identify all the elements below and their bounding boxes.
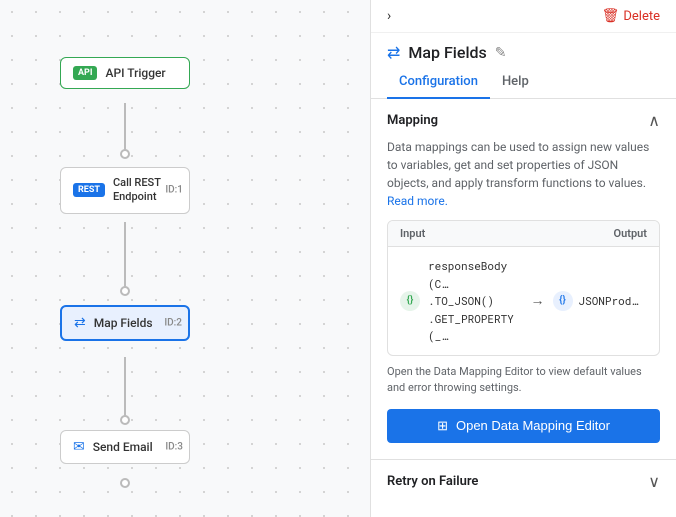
delete-icon: 🗑: [602, 8, 620, 24]
mapping-description: Data mappings can be used to assign new …: [387, 138, 660, 210]
mapping-table-header: Input Output: [388, 221, 659, 247]
api-badge: API: [73, 66, 97, 80]
editor-btn-icon: ⊞: [437, 418, 448, 434]
edit-icon[interactable]: ✎: [495, 45, 507, 61]
retry-title: Retry on Failure: [387, 474, 478, 489]
rest-badge: REST: [73, 183, 105, 197]
send-email-label: Send Email: [93, 440, 153, 454]
breadcrumb-chevron[interactable]: ›: [387, 8, 391, 24]
output-type-badge: {}: [553, 291, 573, 311]
mapping-input-expr: responseBody (C… .TO_JSON() .GET_PROPERT…: [428, 257, 523, 345]
delete-label: Delete: [623, 9, 660, 24]
dot-2: [120, 286, 130, 296]
delete-button[interactable]: 🗑 Delete: [602, 8, 660, 24]
editor-btn-label: Open Data Mapping Editor: [456, 418, 610, 433]
tab-configuration[interactable]: Configuration: [387, 66, 490, 99]
mapping-section: Mapping ∧ Data mappings can be used to a…: [371, 99, 676, 459]
input-header: Input: [400, 227, 425, 240]
panel-title-row: ⇄ Map Fields ✎: [371, 33, 676, 66]
output-label: JSONProd…: [579, 293, 638, 308]
dot-1: [120, 149, 130, 159]
retry-chevron-down: ∨: [648, 472, 660, 491]
output-header: Output: [614, 227, 647, 240]
dot-3: [120, 415, 130, 425]
email-id: ID:3: [165, 442, 183, 453]
panel-title: Map Fields: [408, 43, 486, 62]
node-rest-endpoint[interactable]: REST Call REST Endpoint ID:1: [60, 167, 190, 214]
tabs: Configuration Help: [371, 66, 676, 99]
api-trigger-label: API Trigger: [105, 66, 165, 80]
mapping-title: Mapping: [387, 113, 438, 128]
email-icon: ✉: [73, 439, 85, 455]
mapping-output: {} JSONProd…: [553, 291, 648, 311]
node-map-fields[interactable]: ⇄ Map Fields ID:2: [60, 305, 190, 341]
mapping-note: Open the Data Mapping Editor to view def…: [387, 364, 660, 397]
input-type-badge: {}: [400, 291, 420, 311]
rest-label: Call REST Endpoint: [113, 176, 161, 205]
node-api-trigger[interactable]: API API Trigger: [60, 57, 190, 89]
input-line1: responseBody (C…: [428, 257, 523, 292]
connector-1: [124, 103, 126, 153]
canvas-panel: API API Trigger REST Call REST Endpoint …: [0, 0, 370, 517]
tab-help[interactable]: Help: [490, 66, 541, 99]
mapping-table: Input Output {} responseBody (C… .TO_JSO…: [387, 220, 660, 356]
map-fields-title-icon: ⇄: [387, 43, 400, 62]
mapping-section-header[interactable]: Mapping ∧: [387, 111, 660, 130]
mapping-arrow: →: [531, 292, 545, 309]
connector-3: [124, 357, 126, 419]
open-data-mapping-editor-button[interactable]: ⊞ Open Data Mapping Editor: [387, 409, 660, 443]
dot-4: [120, 478, 130, 488]
connector-2: [124, 222, 126, 290]
mapping-row[interactable]: {} responseBody (C… .TO_JSON() .GET_PROP…: [388, 247, 659, 355]
input-line3: .GET_PROPERTY (_…: [428, 310, 523, 345]
retry-section: Retry on Failure ∨: [371, 459, 676, 503]
map-id: ID:2: [164, 318, 182, 329]
retry-section-header[interactable]: Retry on Failure ∨: [387, 472, 660, 491]
right-panel: › 🗑 Delete ⇄ Map Fields ✎ Configuration …: [370, 0, 676, 517]
node-send-email[interactable]: ✉ Send Email ID:3: [60, 430, 190, 464]
input-line2: .TO_JSON(): [428, 292, 523, 310]
read-more-link[interactable]: Read more.: [387, 194, 448, 208]
panel-top-bar: › 🗑 Delete: [371, 0, 676, 33]
map-icon: ⇄: [74, 315, 86, 331]
rest-id: ID:1: [165, 185, 183, 196]
map-fields-label: Map Fields: [94, 316, 153, 330]
mapping-chevron-up: ∧: [648, 111, 660, 130]
